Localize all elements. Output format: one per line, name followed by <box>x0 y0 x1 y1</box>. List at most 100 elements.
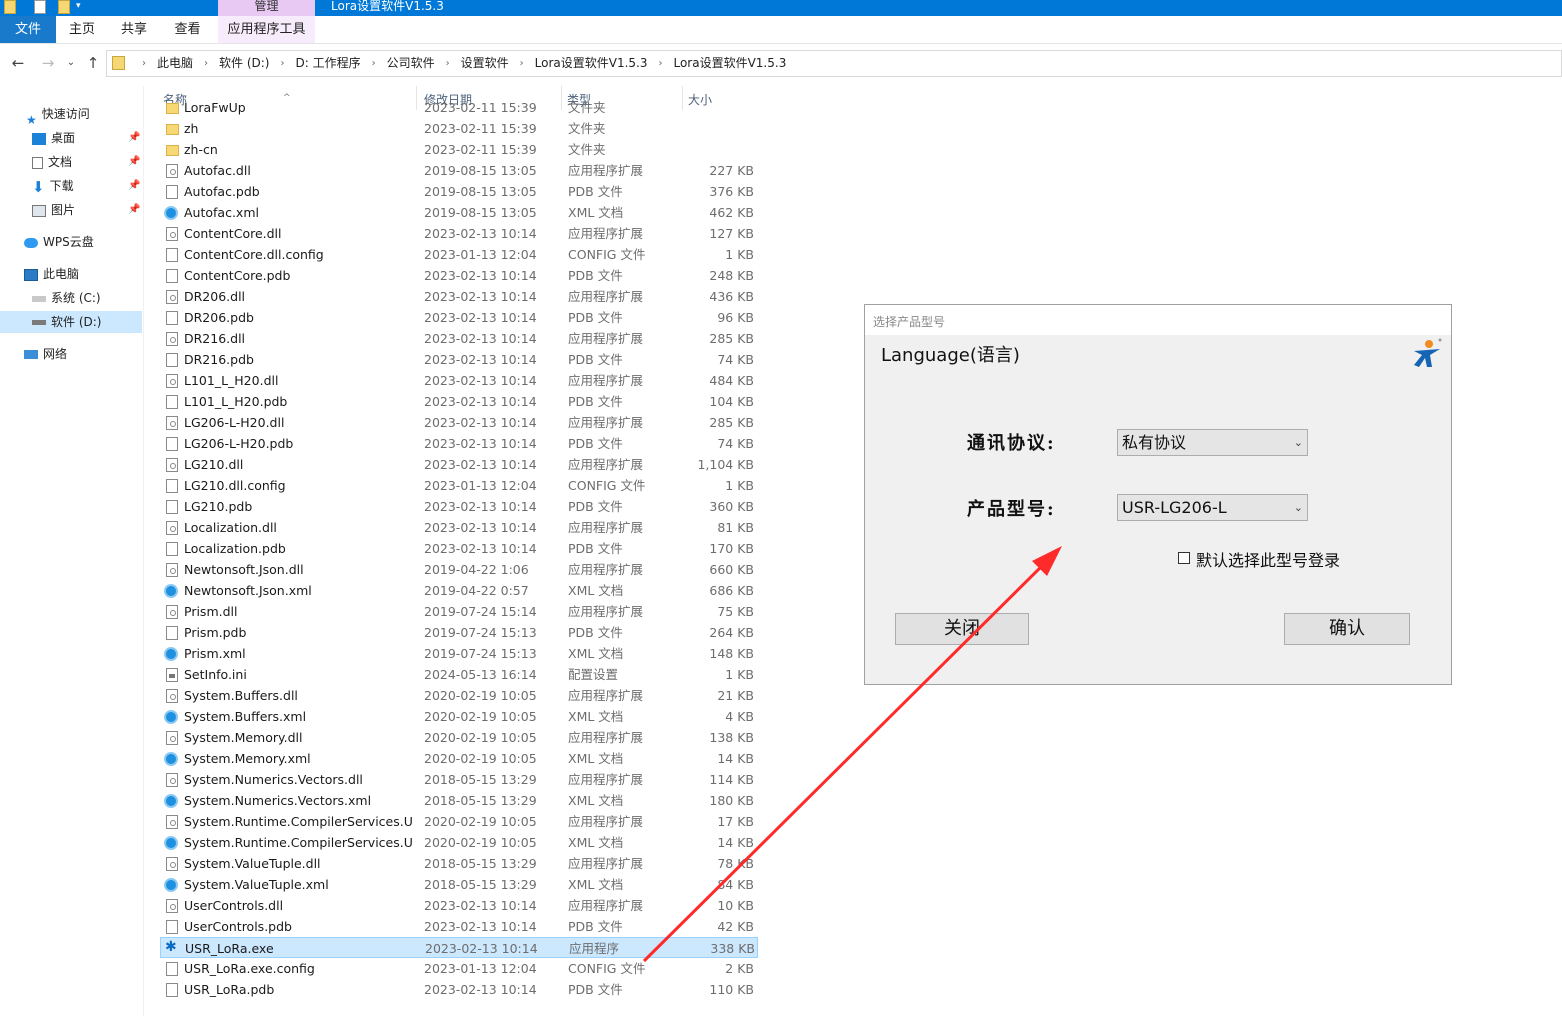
file-date: 2018-05-15 13:29 <box>424 772 537 787</box>
sidebar-item-this-pc[interactable]: 此电脑 <box>24 263 79 285</box>
file-row[interactable]: USR_LoRa.pdb 2023-02-13 10:14 PDB 文件 110 KB <box>160 979 758 1000</box>
up-arrow-icon[interactable]: ↑ <box>85 54 101 72</box>
back-arrow-icon[interactable]: ← <box>10 54 26 72</box>
file-row[interactable]: DR206.pdb 2023-02-13 10:14 PDB 文件 96 KB <box>160 307 758 328</box>
confirm-button[interactable]: 确认 <box>1284 613 1410 645</box>
folder-icon[interactable] <box>4 0 16 14</box>
sidebar-item-network[interactable]: 网络 <box>24 343 67 365</box>
file-row[interactable]: Prism.pdb 2019-07-24 15:13 PDB 文件 264 KB <box>160 622 758 643</box>
customize-toolbar-icon[interactable]: ▾ <box>76 0 81 12</box>
file-row[interactable]: LoraFwUp 2023-02-11 15:39 文件夹 <box>160 97 758 118</box>
file-row[interactable]: ContentCore.dll 2023-02-13 10:14 应用程序扩展 127… <box>160 223 758 244</box>
remember-checkbox-label[interactable]: 默认选择此型号登录 <box>1196 547 1340 571</box>
address-bar[interactable]: › 此电脑 › 软件 (D:) › D: 工作程序 › 公司软件 › 设置软件 › Lora设置软件V… <box>106 50 1562 77</box>
file-row[interactable]: USR_LoRa.exe.config 2023-01-13 12:04 CONFI… <box>160 958 758 979</box>
breadcrumb-item[interactable]: 软件 (D:) <box>219 51 269 76</box>
sidebar-item-pictures[interactable]: 图片 <box>32 199 75 221</box>
breadcrumb-item[interactable]: Lora设置软件V1.5.3 <box>535 51 648 76</box>
file-row[interactable]: System.Numerics.Vectors.dll 2018-05-15 13… <box>160 769 758 790</box>
remember-checkbox[interactable] <box>1178 552 1190 564</box>
file-row[interactable]: LG210.pdb 2023-02-13 10:14 PDB 文件 360 KB <box>160 496 758 517</box>
tab-application-tools[interactable]: 应用程序工具 <box>218 16 315 43</box>
file-row[interactable]: Autofac.pdb 2019-08-15 13:05 PDB 文件 376 KB <box>160 181 758 202</box>
file-row[interactable]: SetInfo.ini 2024-05-13 16:14 配置设置 1 KB <box>160 664 758 685</box>
file-row[interactable]: Prism.dll 2019-07-24 15:14 应用程序扩展 75 KB <box>160 601 758 622</box>
breadcrumb-item[interactable]: 设置软件 <box>461 51 509 76</box>
pin-icon[interactable]: 📌 <box>128 180 140 191</box>
file-size: 1 KB <box>725 247 754 262</box>
file-row[interactable]: System.ValueTuple.dll 2018-05-15 13:29 应用程… <box>160 853 758 874</box>
sidebar-item-drive-d[interactable]: 软件 (D:) <box>0 311 142 333</box>
file-row[interactable]: System.Runtime.CompilerServices.Un... 202… <box>160 832 758 853</box>
pane-divider[interactable] <box>143 86 144 1016</box>
file-row[interactable]: zh 2023-02-11 15:39 文件夹 <box>160 118 758 139</box>
file-row[interactable]: Autofac.dll 2019-08-15 13:05 应用程序扩展 227 KB <box>160 160 758 181</box>
file-row[interactable]: ✱ USR_LoRa.exe 2023-02-13 10:14 应用程序 338 KB <box>160 937 758 958</box>
pin-icon[interactable]: 📌 <box>128 204 140 215</box>
pin-icon[interactable]: 📌 <box>128 156 140 167</box>
file-row[interactable]: ContentCore.dll.config 2023-01-13 12:04 CO… <box>160 244 758 265</box>
file-row[interactable]: Prism.xml 2019-07-24 15:13 XML 文档 148 KB <box>160 643 758 664</box>
file-row[interactable]: System.Buffers.dll 2020-02-19 10:05 应用程序扩展… <box>160 685 758 706</box>
file-row[interactable]: DR216.dll 2023-02-13 10:14 应用程序扩展 285 KB <box>160 328 758 349</box>
file-row[interactable]: LG210.dll 2023-02-13 10:14 应用程序扩展 1,104 KB <box>160 454 758 475</box>
pin-icon[interactable]: 📌 <box>128 132 140 143</box>
file-row[interactable]: zh-cn 2023-02-11 15:39 文件夹 <box>160 139 758 160</box>
file-row[interactable]: ContentCore.pdb 2023-02-13 10:14 PDB 文件 248… <box>160 265 758 286</box>
sidebar-item-downloads[interactable]: ⬇ 下载 <box>32 175 74 197</box>
file-row[interactable]: System.Memory.dll 2020-02-19 10:05 应用程序扩展 1… <box>160 727 758 748</box>
chevron-right-icon[interactable]: › <box>520 51 524 76</box>
file-row[interactable]: System.Runtime.CompilerServices.Un... 202… <box>160 811 758 832</box>
sidebar-item-documents[interactable]: 文档 <box>32 151 72 173</box>
sidebar-item-wps-cloud[interactable]: WPS云盘 <box>24 231 94 253</box>
file-row[interactable]: System.Memory.xml 2020-02-19 10:05 XML 文档 1… <box>160 748 758 769</box>
file-row[interactable]: L101_L_H20.pdb 2023-02-13 10:14 PDB 文件 104 … <box>160 391 758 412</box>
file-row[interactable]: Newtonsoft.Json.xml 2019-04-22 0:57 XML 文档… <box>160 580 758 601</box>
tab-home[interactable]: 主页 <box>56 16 108 43</box>
file-row[interactable]: LG210.dll.config 2023-01-13 12:04 CONFIG 文… <box>160 475 758 496</box>
properties-icon[interactable] <box>34 0 46 14</box>
file-row[interactable]: System.ValueTuple.xml 2018-05-15 13:29 XML… <box>160 874 758 895</box>
breadcrumb-item[interactable]: D: 工作程序 <box>295 51 360 76</box>
tab-share[interactable]: 共享 <box>108 16 160 43</box>
breadcrumb-item[interactable]: 此电脑 <box>157 51 193 76</box>
manage-context-tab[interactable]: 管理 <box>218 0 315 16</box>
file-row[interactable]: System.Buffers.xml 2020-02-19 10:05 XML 文档… <box>160 706 758 727</box>
tab-view[interactable]: 查看 <box>160 16 215 43</box>
model-select[interactable]: USR-LG206-L ⌄ <box>1117 494 1308 521</box>
sidebar-item-drive-c[interactable]: 系统 (C:) <box>32 287 101 309</box>
language-link[interactable]: Language(语言) <box>881 341 1020 367</box>
file-name: Autofac.dll <box>184 163 251 178</box>
file-row[interactable]: Autofac.xml 2019-08-15 13:05 XML 文档 462 KB <box>160 202 758 223</box>
protocol-select[interactable]: 私有协议 ⌄ <box>1117 429 1308 456</box>
chevron-right-icon[interactable]: › <box>446 51 450 76</box>
forward-arrow-icon[interactable]: → <box>40 54 56 72</box>
file-row[interactable]: DR216.pdb 2023-02-13 10:14 PDB 文件 74 KB <box>160 349 758 370</box>
file-row[interactable]: L101_L_H20.dll 2023-02-13 10:14 应用程序扩展 484 … <box>160 370 758 391</box>
file-row[interactable]: LG206-L-H20.pdb 2023-02-13 10:14 PDB 文件 74 … <box>160 433 758 454</box>
file-row[interactable]: UserControls.dll 2023-02-13 10:14 应用程序扩展 10… <box>160 895 758 916</box>
chevron-right-icon[interactable]: › <box>658 51 662 76</box>
sidebar-item-quick-access[interactable]: ★ 快速访问 <box>26 103 90 127</box>
file-size: 462 KB <box>709 205 754 220</box>
tab-file[interactable]: 文件 <box>0 16 56 43</box>
file-row[interactable]: LG206-L-H20.dll 2023-02-13 10:14 应用程序扩展 285… <box>160 412 758 433</box>
close-button[interactable]: 关闭 <box>895 613 1029 645</box>
file-row[interactable]: Localization.dll 2023-02-13 10:14 应用程序扩展 81… <box>160 517 758 538</box>
breadcrumb-item[interactable]: Lora设置软件V1.5.3 <box>673 51 786 76</box>
file-row[interactable]: Newtonsoft.Json.dll 2019-04-22 1:06 应用程序扩展… <box>160 559 758 580</box>
breadcrumb-item[interactable]: 公司软件 <box>387 51 435 76</box>
chevron-right-icon[interactable]: › <box>372 51 376 76</box>
chevron-right-icon[interactable]: › <box>204 51 208 76</box>
new-folder-icon[interactable] <box>58 0 70 14</box>
file-row[interactable]: System.Numerics.Vectors.xml 2018-05-15 13… <box>160 790 758 811</box>
recent-locations-chevron-icon[interactable]: ⌄ <box>63 54 79 72</box>
download-icon: ⬇ <box>32 177 45 196</box>
file-row[interactable]: Localization.pdb 2023-02-13 10:14 PDB 文件 17… <box>160 538 758 559</box>
sidebar-item-desktop[interactable]: 桌面 <box>32 127 75 149</box>
file-row[interactable]: DR206.dll 2023-02-13 10:14 应用程序扩展 436 KB <box>160 286 758 307</box>
chevron-right-icon[interactable]: › <box>142 51 146 76</box>
dialog-title-bar[interactable]: 选择产品型号 <box>865 305 1451 335</box>
file-row[interactable]: UserControls.pdb 2023-02-13 10:14 PDB 文件 42… <box>160 916 758 937</box>
chevron-right-icon[interactable]: › <box>280 51 284 76</box>
